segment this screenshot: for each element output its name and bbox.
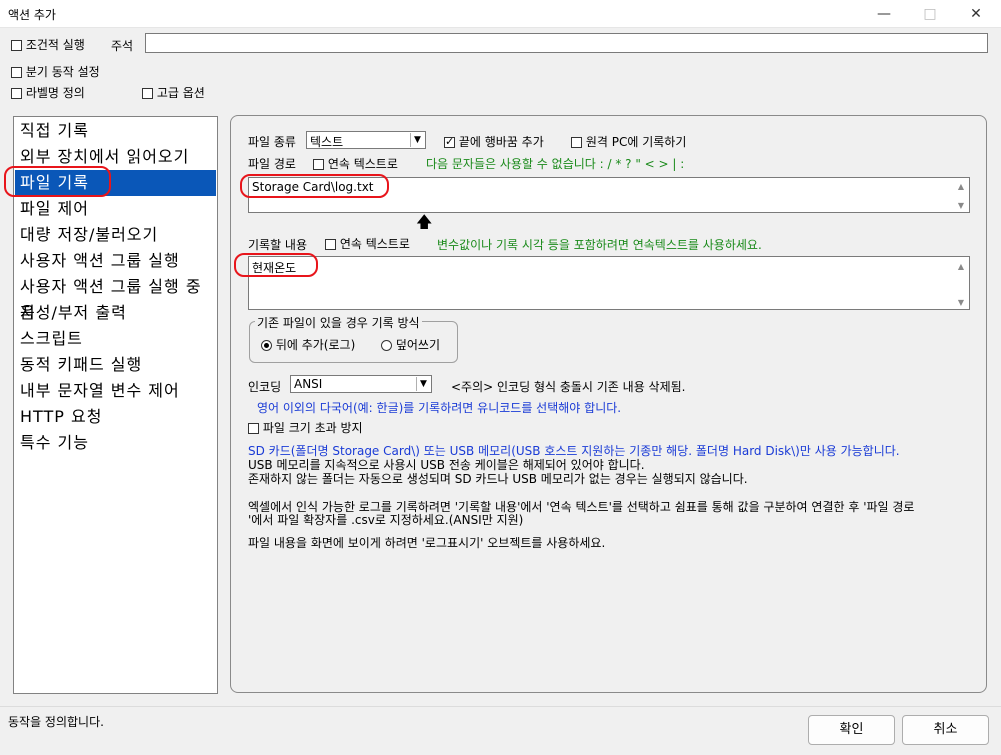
sd-card-note: SD 카드(폴더명 Storage Card\) 또는 USB 메모리(USB …: [248, 444, 900, 458]
branch-setting-label: 분기 동작 설정: [25, 65, 100, 79]
checkbox-box[interactable]: [313, 159, 324, 170]
file-type-select[interactable]: 텍스트 ▼: [306, 131, 426, 149]
comment-label: 주석: [111, 39, 134, 53]
excel-note-line-1: 엑셀에서 인식 가능한 로그를 기록하려면 '기록할 내용'에서 '연속 텍스트…: [248, 500, 915, 514]
checkbox-box[interactable]: [11, 40, 22, 51]
path-continuous-label: 연속 텍스트로: [327, 157, 398, 171]
scroll-up-icon[interactable]: ▲: [955, 181, 967, 191]
checkbox-box[interactable]: [11, 88, 22, 99]
remote-pc-checkbox[interactable]: 원격 PC에 기록하기: [571, 133, 686, 150]
content-continuous-checkbox[interactable]: 연속 텍스트로: [325, 235, 410, 252]
sidebar-item-bulk-save-load[interactable]: 대량 저장/불러오기: [15, 222, 216, 248]
action-category-list[interactable]: 직접 기록 외부 장치에서 읽어오기 파일 기록 파일 제어 대량 저장/불러오…: [13, 116, 218, 694]
content-note: 변수값이나 기록 시각 등을 포함하려면 연속텍스트를 사용하세요.: [437, 238, 762, 252]
label-define-checkbox[interactable]: 라벨명 정의: [11, 84, 85, 101]
append-newline-label: 끝에 행바꿈 추가: [458, 135, 544, 149]
radio-button[interactable]: [261, 340, 272, 351]
arrow-up-icon: 🡅: [416, 212, 433, 231]
sidebar-item-internal-string-var[interactable]: 내부 문자열 변수 제어: [15, 378, 216, 404]
highlight-circle: [234, 253, 318, 277]
sidebar-item-voice-buzzer[interactable]: 음성/부저 출력: [15, 300, 216, 326]
label-define-label: 라벨명 정의: [25, 86, 85, 100]
checkbox-box[interactable]: [142, 88, 153, 99]
append-log-radio[interactable]: 뒤에 추가(로그): [261, 336, 355, 353]
path-continuous-checkbox[interactable]: 연속 텍스트로: [313, 155, 398, 172]
conditional-run-label: 조건적 실행: [25, 38, 85, 52]
existing-file-group-title: 기존 파일이 있을 경우 기록 방식: [255, 314, 422, 331]
checkbox-box[interactable]: [248, 423, 259, 434]
radio-button[interactable]: [381, 340, 392, 351]
comment-input[interactable]: [145, 33, 988, 53]
folder-note: 존재하지 않는 폴더는 자동으로 생성되며 SD 카드나 USB 메모리가 없는…: [248, 472, 748, 486]
encoding-value: ANSI: [294, 377, 323, 391]
scroll-down-icon[interactable]: ▼: [955, 297, 967, 307]
sidebar-item-http-request[interactable]: HTTP 요청: [15, 404, 216, 430]
size-limit-label: 파일 크기 초과 방지: [262, 421, 363, 435]
chevron-down-icon[interactable]: ▼: [410, 133, 424, 147]
content-input[interactable]: 현재온도 ▲ ▼: [248, 256, 970, 310]
scroll-up-icon[interactable]: ▲: [955, 261, 967, 271]
ok-button[interactable]: 확인: [808, 715, 895, 745]
highlight-circle: [4, 166, 111, 197]
conditional-run-checkbox[interactable]: 조건적 실행: [11, 36, 85, 53]
encoding-label: 인코딩: [248, 380, 282, 394]
scroll-down-icon[interactable]: ▼: [955, 200, 967, 210]
cancel-button[interactable]: 취소: [902, 715, 989, 745]
forbidden-chars-note: 다음 문자들은 사용할 수 없습니다 : / * ? " < > | :: [426, 157, 685, 171]
checkbox-box[interactable]: [11, 67, 22, 78]
chevron-down-icon[interactable]: ▼: [416, 377, 430, 391]
advanced-options-checkbox[interactable]: 고급 옵션: [142, 84, 205, 101]
content-continuous-label: 연속 텍스트로: [339, 237, 410, 251]
file-type-label: 파일 종류: [248, 135, 296, 149]
branch-setting-checkbox[interactable]: 분기 동작 설정: [11, 63, 100, 80]
sidebar-item-file-control[interactable]: 파일 제어: [15, 196, 216, 222]
encoding-warning: <주의> 인코딩 형식 충돌시 기존 내용 삭제됨.: [451, 380, 686, 394]
checkbox-box[interactable]: [571, 137, 582, 148]
encoding-select[interactable]: ANSI ▼: [290, 375, 432, 393]
sidebar-item-direct-record[interactable]: 직접 기록: [15, 118, 216, 144]
content-label: 기록할 내용: [248, 238, 308, 252]
excel-note-line-2: '에서 파일 확장자를 .csv로 지정하세요.(ANSI만 지원): [248, 513, 524, 527]
file-path-label: 파일 경로: [248, 157, 296, 171]
file-type-value: 텍스트: [310, 135, 344, 149]
title-bar: 액션 추가 — □ ✕: [0, 0, 1001, 28]
usb-note: USB 메모리를 지속적으로 사용시 USB 전송 케이블은 해제되어 있어야 …: [248, 458, 645, 472]
overwrite-label: 덮어쓰기: [395, 338, 440, 352]
remote-pc-label: 원격 PC에 기록하기: [585, 135, 687, 149]
advanced-options-label: 고급 옵션: [156, 86, 205, 100]
minimize-icon[interactable]: —: [861, 0, 907, 28]
checkbox-box[interactable]: [444, 135, 455, 149]
sidebar-item-dynamic-keypad[interactable]: 동적 키패드 실행: [15, 352, 216, 378]
log-display-note: 파일 내용을 화면에 보이게 하려면 '로그표시기' 오브젝트를 사용하세요.: [248, 536, 606, 550]
window-title: 액션 추가: [8, 8, 56, 22]
sidebar-item-script[interactable]: 스크립트: [15, 326, 216, 352]
append-newline-checkbox[interactable]: 끝에 행바꿈 추가: [444, 133, 544, 150]
unicode-note: 영어 이외의 다국어(예: 한글)를 기록하려면 유니코드를 선택해야 합니다.: [257, 401, 622, 415]
sidebar-item-stop-user-action-group[interactable]: 사용자 액션 그룹 실행 중지: [15, 274, 216, 322]
append-log-label: 뒤에 추가(로그): [275, 338, 356, 352]
maximize-icon[interactable]: □: [907, 0, 953, 28]
sidebar-item-special-function[interactable]: 특수 기능: [15, 430, 216, 456]
checkbox-box[interactable]: [325, 239, 336, 250]
overwrite-radio[interactable]: 덮어쓰기: [381, 336, 440, 353]
size-limit-checkbox[interactable]: 파일 크기 초과 방지: [248, 419, 363, 436]
close-icon[interactable]: ✕: [953, 0, 999, 28]
status-text: 동작을 정의합니다.: [8, 715, 104, 729]
highlight-circle: [240, 174, 389, 198]
sidebar-item-run-user-action-group[interactable]: 사용자 액션 그룹 실행: [15, 248, 216, 274]
